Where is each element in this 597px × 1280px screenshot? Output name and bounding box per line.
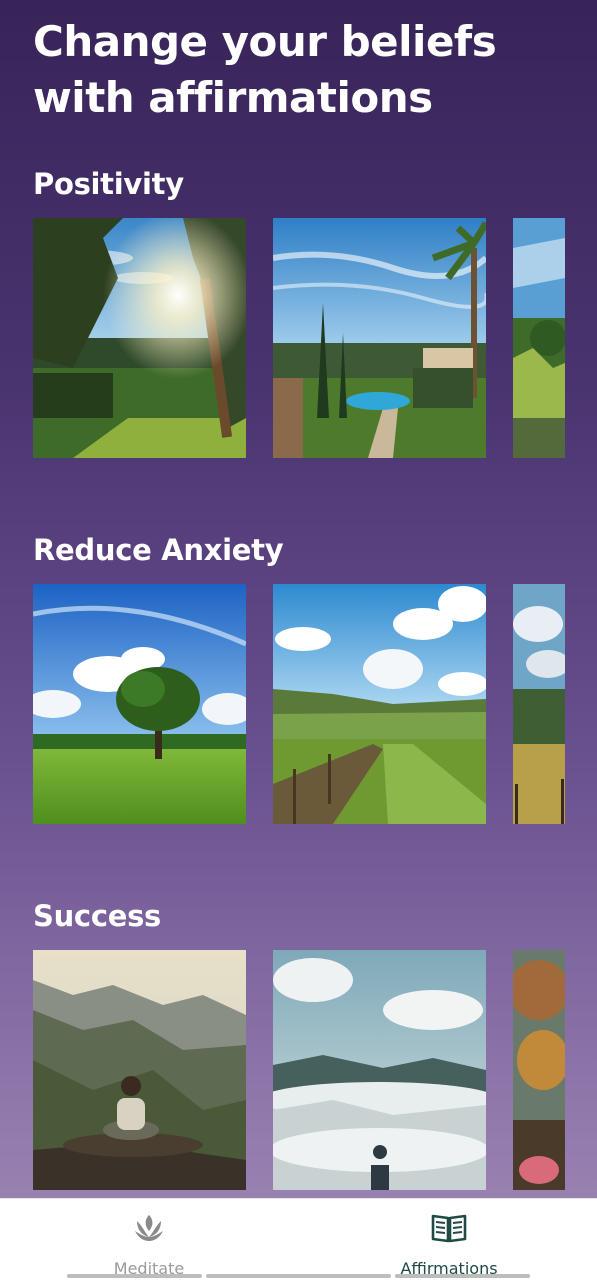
card-carousel[interactable] [33, 584, 597, 824]
card-carousel[interactable] [33, 950, 597, 1190]
autumn-forest-image [513, 950, 565, 1190]
bottom-navigation: Meditate Affirmations [0, 1198, 597, 1280]
affirmation-card[interactable] [513, 584, 565, 824]
card-carousel[interactable] [33, 218, 597, 458]
section-title: Success [33, 899, 162, 933]
nav-indicator [395, 1274, 530, 1278]
rolling-hills-image [513, 584, 565, 824]
affirmation-card[interactable] [273, 584, 486, 824]
mountain-meditation-image [33, 950, 246, 1190]
misty-valley-silhouette-image [273, 950, 486, 1190]
section-title: Positivity [33, 167, 184, 201]
nav-indicator [206, 1274, 391, 1278]
nav-indicator [67, 1274, 202, 1278]
affirmation-card[interactable] [33, 950, 246, 1190]
tropical-garden-image [513, 218, 565, 458]
villa-pool-garden-image [273, 218, 486, 458]
affirmation-card[interactable] [33, 218, 246, 458]
lone-tree-meadow-image [33, 584, 246, 824]
sunny-garden-image [33, 218, 246, 458]
open-book-icon [431, 1214, 467, 1243]
affirmation-card[interactable] [273, 950, 486, 1190]
affirmation-card[interactable] [273, 218, 486, 458]
affirmation-card[interactable] [33, 584, 246, 824]
nav-item-meditate[interactable]: Meditate [49, 1199, 249, 1280]
section-title: Reduce Anxiety [33, 533, 284, 567]
page-title: Change your beliefs with affirmations [33, 17, 497, 122]
affirmation-card[interactable] [513, 218, 565, 458]
affirmation-card[interactable] [513, 950, 565, 1190]
lotus-icon [135, 1215, 163, 1241]
nav-item-affirmations[interactable]: Affirmations [349, 1199, 549, 1280]
countryside-path-image [273, 584, 486, 824]
